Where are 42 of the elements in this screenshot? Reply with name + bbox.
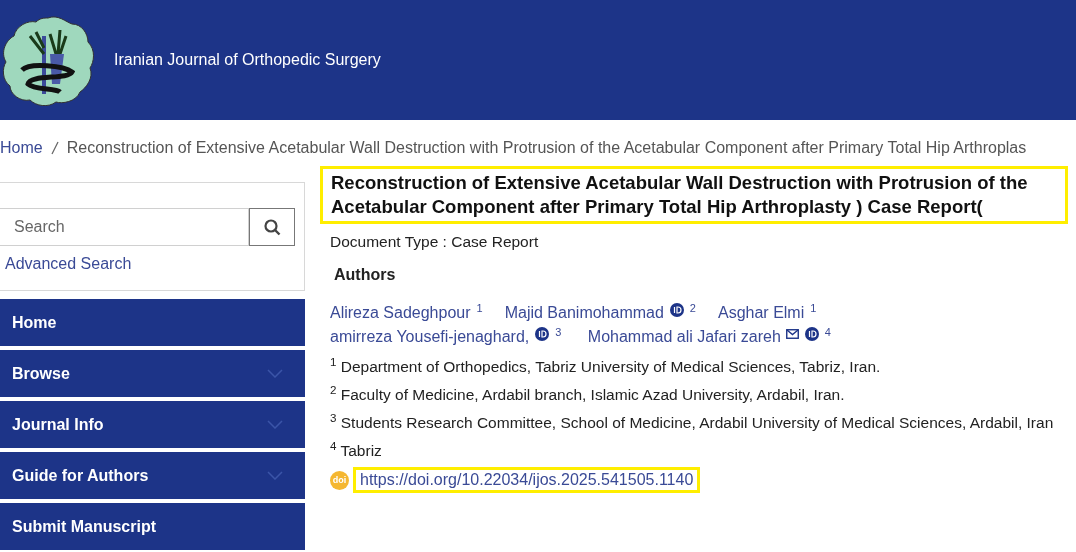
menu-label: Home [12,312,57,333]
document-type: Document Type : Case Report [330,232,540,252]
article-title: Reconstruction of Extensive Acetabular Wall Destruction with Protrusion of the Acetabular Component after Primary Total Hip Arthroplasty ) Case Report( [320,166,1068,224]
author-link[interactable]: Alireza Sadeghpour [330,301,471,326]
menu-item[interactable]: Submit Manuscript [0,503,305,550]
journal-title: Iranian Journal of Orthopedic Surgery [114,50,381,70]
doi-link[interactable]: https://doi.org/10.22034/ijos.2025.541505.1140 [353,467,701,494]
logo-icon [0,14,96,106]
authors-heading: Authors [334,265,397,286]
affiliation-text: $^{4}$ Tabriz [330,439,383,462]
breadcrumb-link[interactable]: Home [0,136,43,160]
doi-badge: doi [330,470,349,490]
search-field[interactable]: Search [0,208,249,246]
menu-label: Submit Manuscript [12,516,156,537]
affiliation-mark: 2 [689,302,696,315]
author-link[interactable]: amirreza Yousefi-jenaghard, [330,325,530,350]
menu-label: Browse [12,363,70,384]
affiliation-text: $^{1}$ Department of Orthopedics, Tabriz University of Medical Sciences, Tabriz, Iran. [330,355,882,378]
menu-item[interactable]: Home [0,299,305,346]
author-link[interactable]: Majid Banimohammad [504,301,664,326]
menu-item[interactable]: Journal Info [0,401,305,448]
advanced-search-link[interactable]: Advanced Search [5,252,132,276]
affiliation-text: $^{2}$ Faculty of Medicine, Ardabil branch, Islamic Azad University, Ardabil, Iran. [330,383,846,406]
menu-item[interactable]: Guide for Authors [0,452,305,499]
breadcrumb-current: Reconstruction of Extensive Acetabular Wall Destruction with Protrusion of the Acetabular Component after Primary Total Hip Arthroplas [66,138,1027,158]
affiliation-mark: 1 [810,302,817,315]
menu-label: Guide for Authors [12,465,149,486]
menu-item[interactable]: Browse [0,350,305,397]
affiliation-mark: 3 [555,326,562,339]
orcid-icon[interactable] [804,327,819,342]
affiliation-text: $^{3}$ Students Research Committee, School of Medicine, Ardabil University of Medical Sciences, Ardabil, Iran [330,411,1055,434]
affiliation-mark: 4 [824,326,831,339]
search-button[interactable] [249,208,295,246]
breadcrumb-separator-icon [50,141,59,155]
affiliation-mark: 1 [476,302,483,315]
search-icon [263,218,281,236]
author-link[interactable]: Mohammad ali Jafari zareh [587,325,781,350]
orcid-icon[interactable] [535,327,550,342]
orcid-icon[interactable] [669,303,684,318]
email-icon[interactable] [785,329,799,340]
author-link[interactable]: Asghar Elmi [718,301,805,326]
menu-label: Journal Info [12,414,104,435]
